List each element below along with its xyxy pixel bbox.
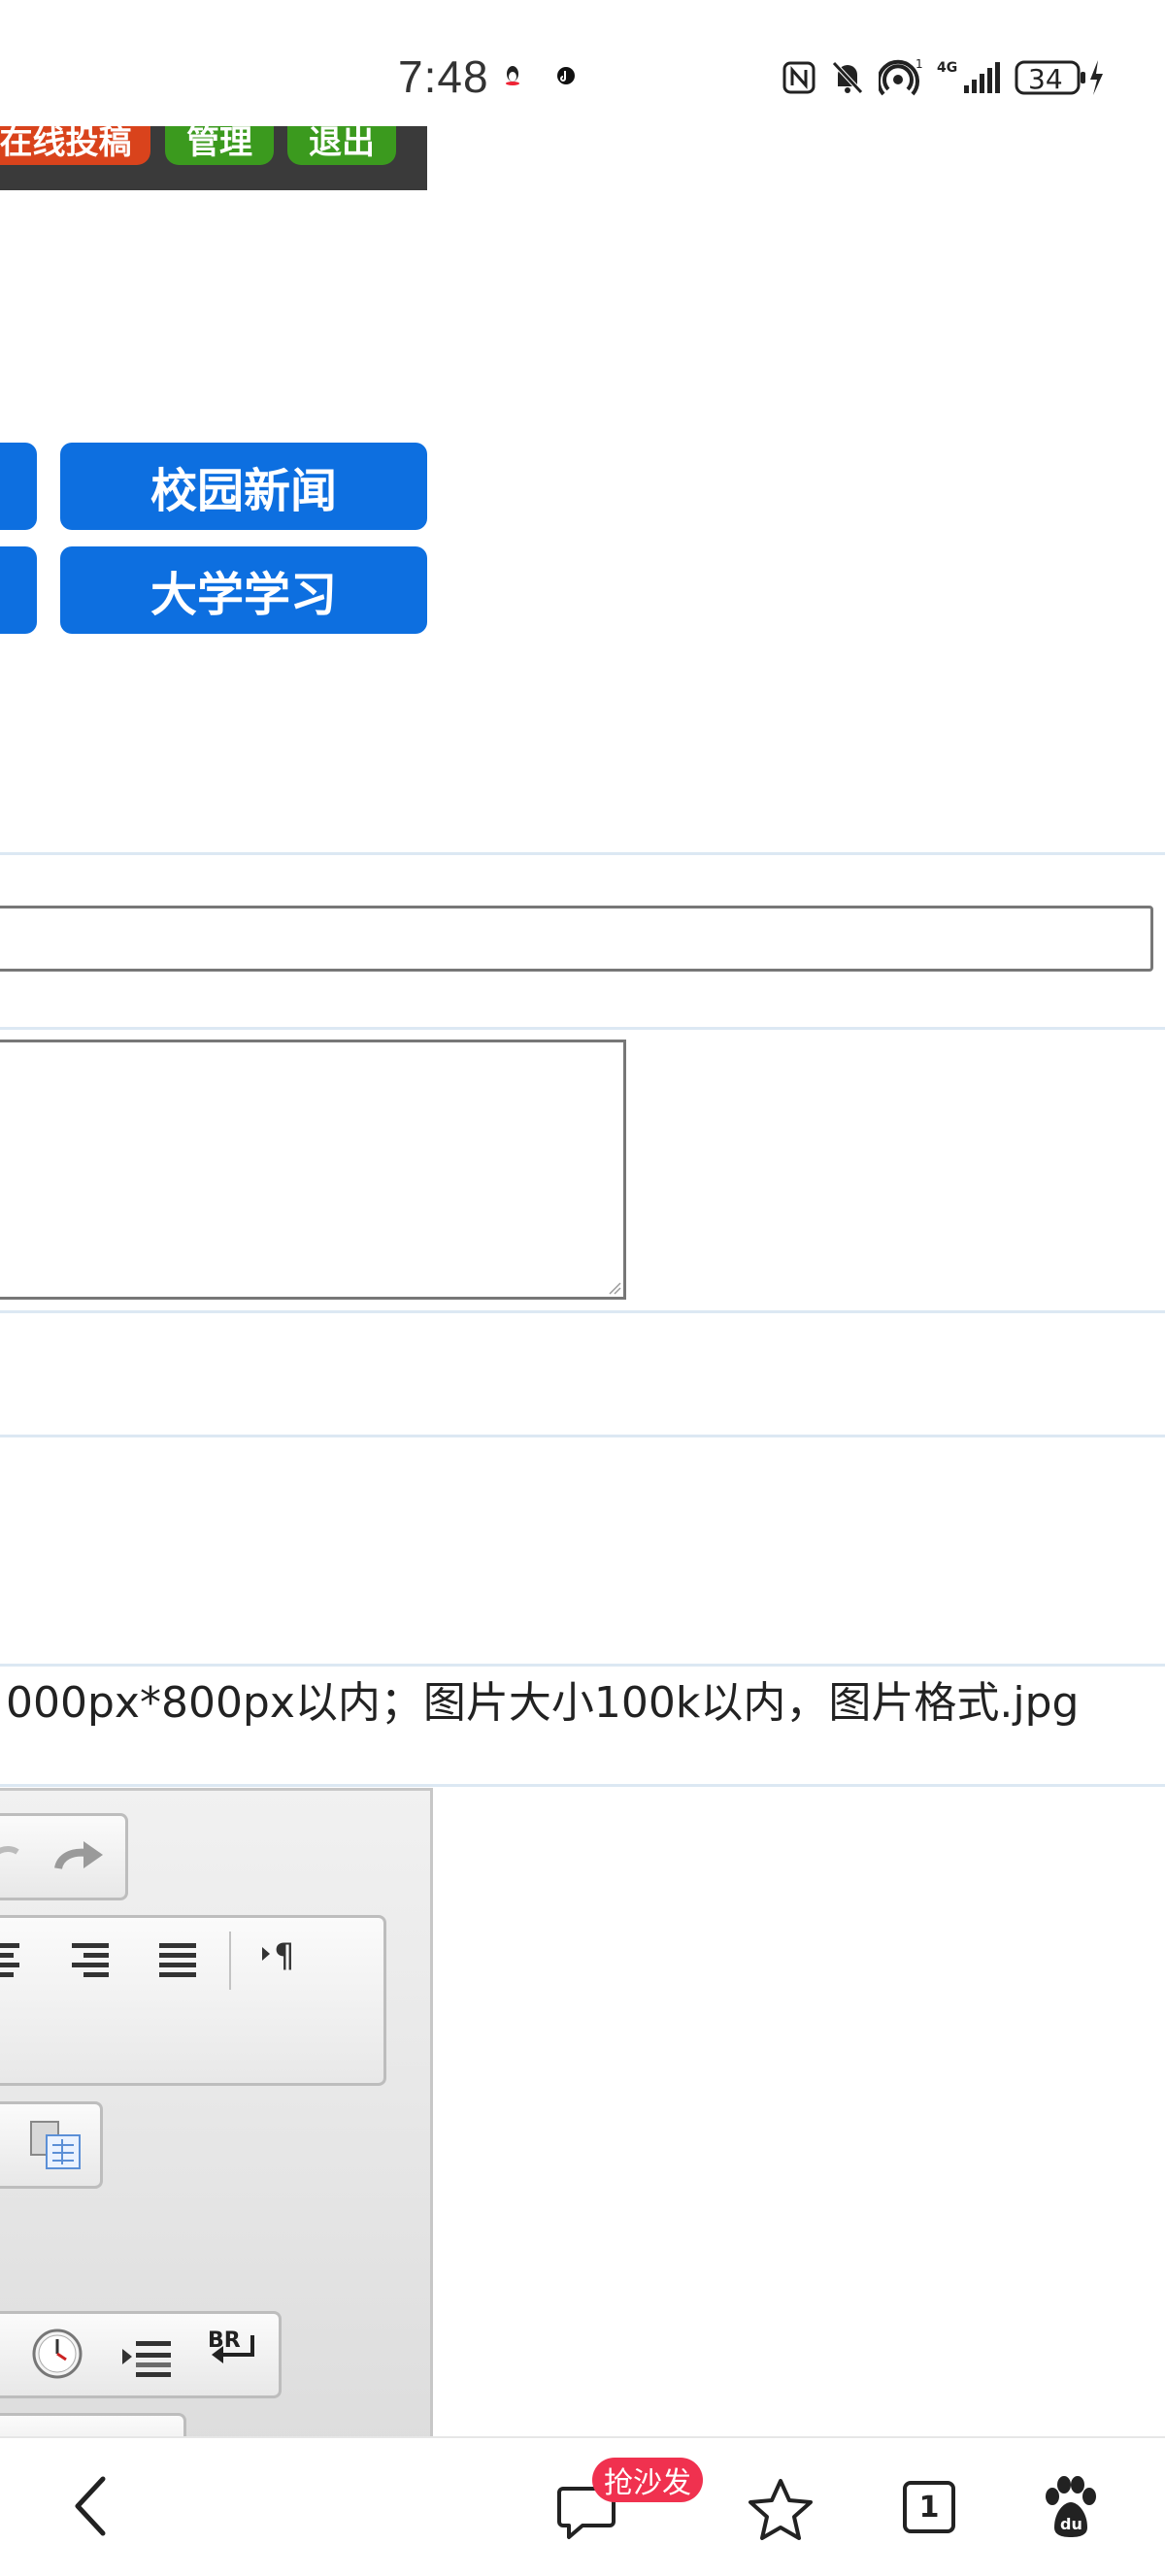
category-campus-news-label: 校园新闻 xyxy=(150,464,337,518)
tiktok-notification-icon xyxy=(557,67,575,84)
align-center-icon[interactable] xyxy=(0,1941,21,1980)
submit-article-button[interactable]: 在线投稿 xyxy=(0,126,150,165)
manage-button[interactable]: 管理 xyxy=(165,126,274,165)
mute-bell-icon xyxy=(832,61,863,94)
battery-icon: 34 xyxy=(1015,60,1103,95)
hotspot-icon: 1 xyxy=(879,58,923,96)
row-divider xyxy=(0,1664,1165,1667)
status-icons: 1 4G 34 xyxy=(782,53,1108,102)
resize-handle-icon[interactable] xyxy=(608,1281,621,1295)
toolbar-separator xyxy=(229,1932,231,1990)
row-divider xyxy=(0,1784,1165,1787)
svg-text:du: du xyxy=(1060,2515,1082,2533)
nfc-icon xyxy=(782,61,816,94)
row-divider xyxy=(0,1027,1165,1030)
svg-text:BR: BR xyxy=(208,2328,241,2353)
logout-button[interactable]: 退出 xyxy=(287,126,396,165)
category-campus-news[interactable]: 校园新闻 xyxy=(60,443,427,530)
paste-from-word-icon[interactable] xyxy=(29,2120,83,2172)
align-right-icon[interactable] xyxy=(70,1941,111,1980)
category-university-study[interactable]: 大学学习 xyxy=(60,546,427,634)
category-button-cropped-1[interactable] xyxy=(0,443,37,530)
back-icon[interactable] xyxy=(70,2475,109,2537)
qq-notification-icon xyxy=(506,66,519,85)
image-size-hint: 000px*800px以内；图片大小100k以内，图片格式.jpg xyxy=(6,1678,1080,1728)
paragraph-mark-icon[interactable]: ¶ xyxy=(260,1937,307,1978)
battery-level: 34 xyxy=(1028,63,1063,95)
row-divider xyxy=(0,852,1165,855)
category-university-study-label: 大学学习 xyxy=(150,568,337,622)
justify-icon[interactable] xyxy=(157,1941,198,1980)
undo-icon[interactable] xyxy=(0,1836,21,1875)
bookmark-star-icon[interactable] xyxy=(748,2477,814,2541)
logout-label: 退出 xyxy=(309,126,375,161)
summary-textarea[interactable] xyxy=(0,1040,626,1300)
line-break-icon[interactable]: BR xyxy=(206,2326,262,2378)
redo-icon[interactable] xyxy=(54,1837,107,1876)
tab-count: 1 xyxy=(918,2490,940,2525)
svg-text:¶: ¶ xyxy=(274,1937,295,1975)
comment-badge: 抢沙发 xyxy=(592,2458,703,2502)
baidu-paw-icon[interactable]: du xyxy=(1041,2475,1099,2539)
status-time: 7:48 xyxy=(398,51,489,102)
clock-icon[interactable] xyxy=(31,2328,83,2380)
indent-icon[interactable] xyxy=(120,2333,175,2378)
manage-label: 管理 xyxy=(186,126,252,161)
signal-label: 4G xyxy=(937,60,957,76)
tabs-button[interactable]: 1 xyxy=(903,2481,955,2533)
submit-article-label: 在线投稿 xyxy=(0,126,132,161)
row-divider xyxy=(0,1435,1165,1437)
category-button-cropped-2[interactable] xyxy=(0,546,37,634)
svg-text:1: 1 xyxy=(915,58,923,71)
title-input[interactable] xyxy=(0,906,1153,972)
row-divider xyxy=(0,1310,1165,1313)
signal-icon: 4G xyxy=(937,60,1000,93)
